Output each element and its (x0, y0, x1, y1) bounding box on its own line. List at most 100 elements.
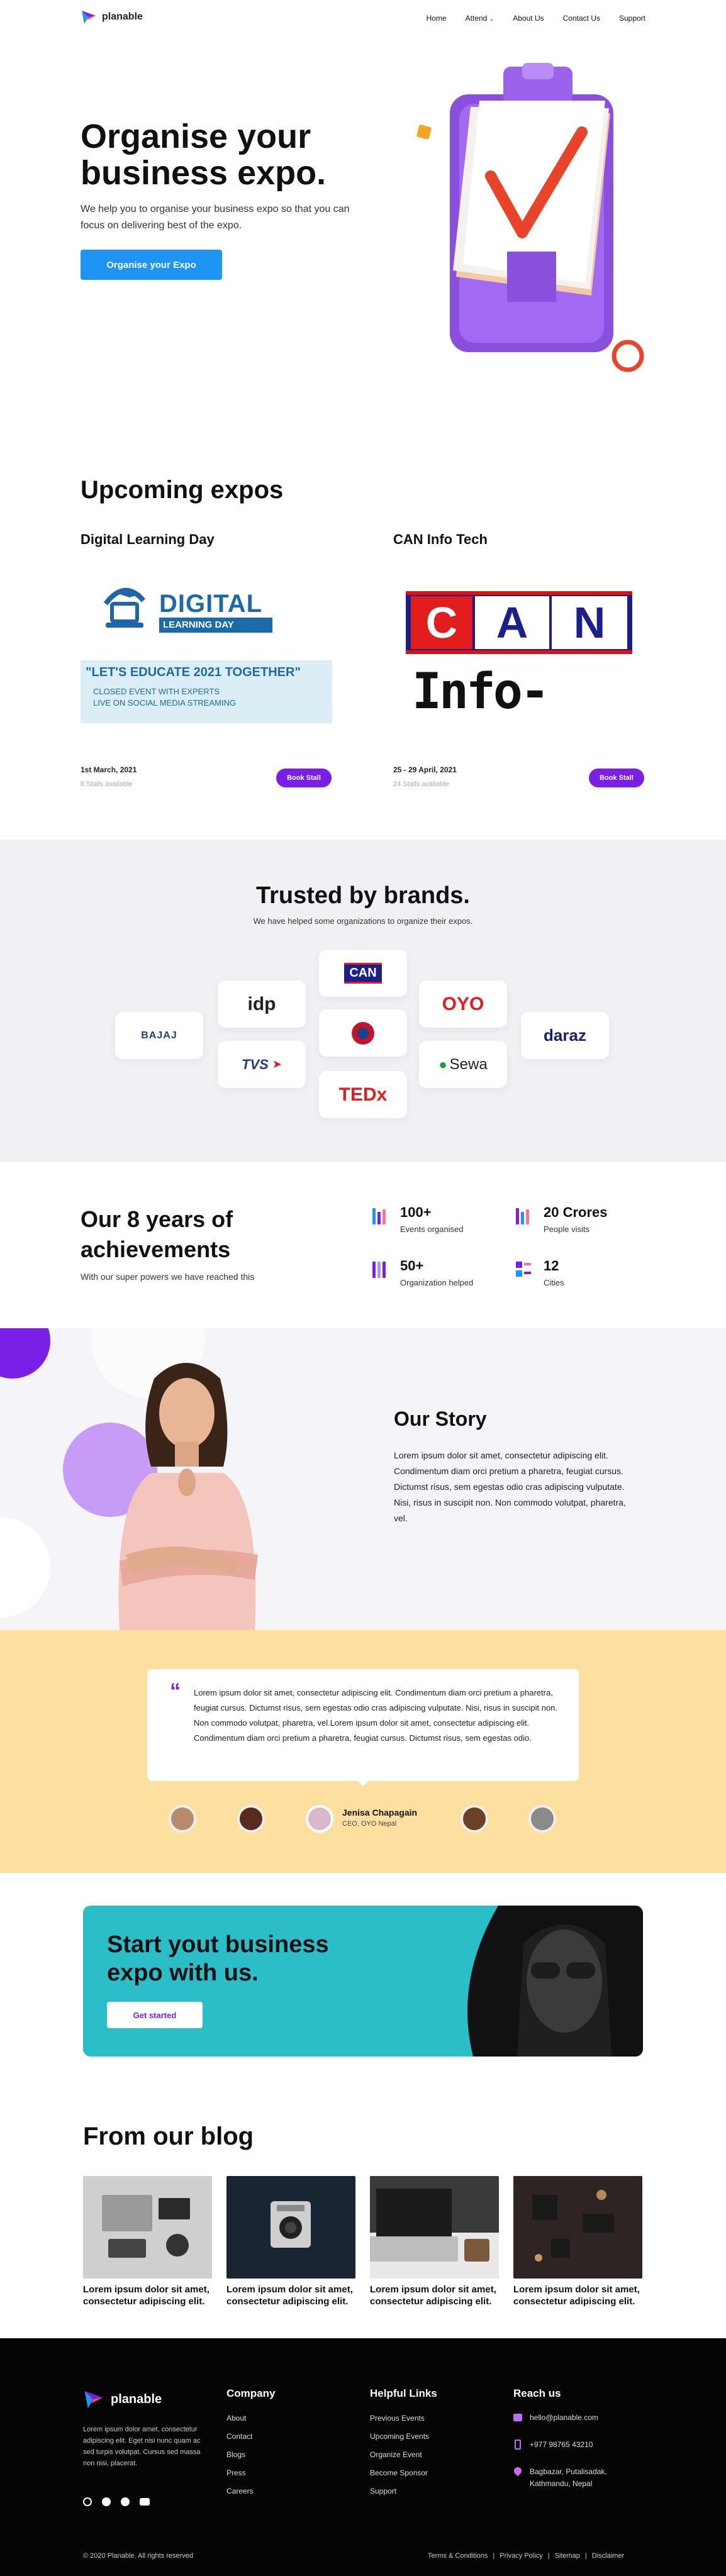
blog-image (370, 2176, 499, 2279)
twitter-icon[interactable] (121, 2497, 130, 2506)
brand-logo-idp: idp (218, 980, 306, 1028)
footer-link-careers[interactable]: Careers (226, 2487, 254, 2496)
expo-date: 25 - 29 April, 2021 (393, 765, 457, 774)
banner-info-tech: Info-Tech (412, 663, 550, 723)
reach-us-heading: Reach us (513, 2387, 561, 2399)
blog-heading: From our blog (83, 2123, 254, 2150)
youtube-icon[interactable] (140, 2498, 150, 2506)
footer-link-upcoming-events[interactable]: Upcoming Events (370, 2432, 429, 2441)
footer-link-become-sponsor[interactable]: Become Sponsor (370, 2468, 428, 2477)
blog-title: Lorem ipsum dolor sit amet, consectetur … (513, 2284, 640, 2307)
stat-value: 12 (544, 1258, 559, 1274)
testimonial-section: “ Lorem ipsum dolor sit amet, consectetu… (0, 1630, 726, 1873)
nav-link-attend-label: Attend (465, 14, 488, 23)
avatar-active[interactable] (306, 1805, 333, 1833)
decor-circle (0, 1517, 50, 1618)
phone-icon (515, 2440, 521, 2450)
laptop-desk-photo (370, 2176, 499, 2279)
book-stall-button[interactable]: Book Stall (276, 769, 332, 787)
brand-logo-oyo: OYO (419, 980, 507, 1028)
woman-sunglasses-image (467, 1906, 643, 2057)
footer-link-press[interactable]: Press (226, 2468, 246, 2477)
planable-logo-icon (82, 11, 96, 24)
footer-link-about[interactable]: About (226, 2414, 246, 2423)
bar-chart-icon (372, 1262, 388, 1278)
expo-title: Digital Learning Day (81, 531, 215, 547)
nav-link-support[interactable]: Support (619, 14, 645, 23)
helpful-links-heading: Helpful Links (370, 2387, 437, 2399)
chevron-down-icon: ⌄ (489, 16, 494, 22)
story-body: Lorem ipsum dolor sit amet, consectetur … (394, 1450, 626, 1523)
can-logo-text: CAN (344, 963, 382, 984)
bar-chart-icon (516, 1208, 531, 1224)
banner-subtitle: LEARNING DAY (159, 618, 272, 633)
blog-post-card[interactable]: Lorem ipsum dolor sit amet, consectetur … (226, 2176, 359, 2307)
nav-link-contact[interactable]: Contact Us (563, 14, 600, 23)
footer: planable Lorem ipsum dolor amet, consect… (0, 2338, 726, 2576)
story-heading: Our Story (394, 1407, 487, 1430)
testimonial-name: Jenisa Chapagain (342, 1807, 418, 1818)
avatar[interactable] (169, 1805, 196, 1833)
expo-date: 1st March, 2021 (81, 765, 137, 774)
blog-post-card[interactable]: Lorem ipsum dolor sit amet, consectetur … (370, 2176, 502, 2307)
circuit-board-photo (513, 2176, 642, 2279)
nav-link-attend[interactable]: Attend ⌄ (466, 14, 494, 23)
footer-about: Lorem ipsum dolor amet, consectetur adip… (83, 2426, 201, 2467)
avatar[interactable] (461, 1805, 488, 1833)
banner-line-1: CLOSED EVENT WITH EXPERTS (93, 687, 220, 696)
brands-section: Trusted by brands. We have helped some o… (0, 840, 726, 1162)
disclaimer-link[interactable]: Disclaimer (592, 2552, 624, 2560)
expo-title: CAN Info Tech (393, 531, 488, 547)
brand-logo-sewa: ● Sewa (419, 1041, 507, 1088)
legal-links: Terms & Conditions | Privacy Policy | Site… (428, 2552, 624, 2560)
sitemap-link[interactable]: Sitemap (555, 2552, 580, 2560)
expo-card-can-info-tech[interactable]: CAN Info Tech C N A Info-Tech 25 - 29 Ap… (393, 531, 645, 788)
organise-expo-button[interactable]: Organise your Expo (81, 250, 222, 280)
planable-logo-icon (84, 2390, 103, 2409)
achievements-subtitle: With our super powers we have reached th… (81, 1272, 255, 1282)
stat-value: 50+ (400, 1258, 424, 1274)
footer-link-contact[interactable]: Contact (226, 2432, 252, 2441)
avatar[interactable] (528, 1805, 556, 1833)
banner-quote: "LET'S EDUCATE 2021 TOGETHER" (86, 665, 301, 679)
brands-subtitle: We have helped some organizations to org… (253, 916, 473, 926)
instagram-icon[interactable] (83, 2497, 92, 2506)
expo-stalls: 8 Stalls available (81, 780, 133, 788)
brand-logo[interactable]: planable (81, 9, 143, 25)
cta-banner: Start yout business expo with us. Get st… (83, 1906, 643, 2057)
company-heading: Company (226, 2387, 276, 2399)
footer-link-organize-event[interactable]: Organize Event (370, 2450, 422, 2459)
terms-link[interactable]: Terms & Conditions (428, 2552, 488, 2560)
banner-title: DIGITAL (159, 590, 263, 618)
nav-link-about[interactable]: About Us (513, 14, 544, 23)
book-stall-button[interactable]: Book Stall (589, 769, 644, 787)
nav-links: Home Attend ⌄ About Us Contact Us Suppor… (427, 14, 645, 23)
dribbble-icon[interactable] (102, 2497, 111, 2506)
footer-link-previous-events[interactable]: Previous Events (370, 2414, 425, 2423)
footer-link-blogs[interactable]: Blogs (226, 2450, 245, 2459)
stat-label: Cities (544, 1278, 564, 1287)
footer-phone[interactable]: +977 98765 43210 (530, 2440, 593, 2449)
stat-value: 20 Crores (544, 1204, 608, 1220)
blog-title: Lorem ipsum dolor sit amet, consectetur … (370, 2284, 496, 2307)
brand-logo-can: CAN (319, 950, 407, 997)
avatar[interactable] (237, 1805, 265, 1833)
get-started-button[interactable]: Get started (107, 2002, 203, 2028)
expo-card-digital-learning[interactable]: Digital Learning Day DIGITAL LEARNING DA… (81, 531, 332, 788)
oyo-logo-text: OYO (442, 993, 484, 1014)
achievements-heading: Our 8 years of achievements (81, 1206, 233, 1262)
blog-post-card[interactable]: Lorem ipsum dolor sit amet, consectetur … (513, 2176, 645, 2307)
privacy-link[interactable]: Privacy Policy (500, 2552, 542, 2560)
footer-email[interactable]: hello@planable.com (530, 2413, 598, 2422)
footer-logo[interactable]: planable (83, 2389, 162, 2410)
expo-stalls: 24 Stalls available (393, 780, 449, 788)
quote-icon: “ (170, 1679, 181, 1703)
brand-logo-tvs: TVS ➤ (218, 1041, 306, 1088)
footer-link-support[interactable]: Support (370, 2487, 396, 2496)
blog-image (513, 2176, 642, 2279)
nav-link-home[interactable]: Home (427, 14, 447, 23)
blog-post-card[interactable]: Lorem ipsum dolor sit amet, consectetur … (83, 2176, 215, 2307)
gadgets-photo (83, 2176, 212, 2279)
expos-heading: Upcoming expos (81, 476, 284, 504)
testimonial-quote: Lorem ipsum dolor sit amet, consectetur … (194, 1688, 558, 1743)
